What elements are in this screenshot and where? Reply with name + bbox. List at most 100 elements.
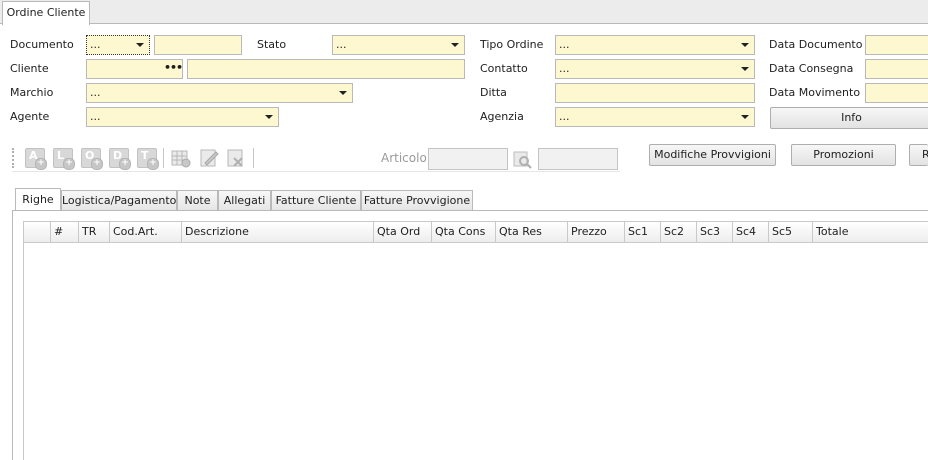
add-o-row-icon[interactable]: O + [81, 148, 103, 170]
ditta-label: Ditta [480, 86, 507, 99]
cliente-code-field[interactable]: ••• [86, 59, 183, 79]
add-a-row-icon[interactable]: A + [25, 148, 47, 170]
modifiche-provvigioni-label: Modifiche Provvigioni [654, 148, 771, 161]
agente-select[interactable]: ... [86, 107, 279, 127]
contatto-label: Contatto [480, 62, 528, 75]
articolo-description-field[interactable] [538, 148, 618, 170]
info-button[interactable]: Info [770, 107, 928, 129]
marchio-value: ... [90, 86, 101, 99]
modifiche-provvigioni-button[interactable]: Modifiche Provvigioni [649, 144, 776, 166]
articolo-field[interactable] [428, 148, 508, 170]
data-movimento-field[interactable] [865, 83, 928, 103]
chevron-down-icon [265, 115, 273, 119]
articolo-search-icon[interactable] [512, 149, 532, 169]
tab-logistica-pagamento-label: Logistica/Pagamento [62, 194, 177, 207]
tab-allegati[interactable]: Allegati [218, 190, 271, 211]
agenzia-value: ... [559, 110, 570, 123]
toolbar-separator [253, 148, 254, 168]
agenzia-select[interactable]: ... [555, 107, 755, 127]
data-movimento-label: Data Movimento [769, 86, 861, 99]
plus-icon: + [35, 158, 47, 170]
tab-righe[interactable]: Righe [15, 188, 61, 211]
tab-fatture-provvigione-label: Fatture Provvigione [363, 194, 471, 207]
window-tab-strip [0, 0, 928, 24]
documento-number-field[interactable] [154, 35, 242, 55]
tab-logistica-pagamento[interactable]: Logistica/Pagamento [61, 190, 177, 211]
grid-header-sc3[interactable]: Sc3 [697, 222, 733, 242]
data-consegna-label: Data Consegna [769, 62, 854, 75]
chevron-down-icon [741, 67, 749, 71]
cliente-name-field[interactable] [187, 59, 465, 79]
tab-fatture-cliente-label: Fatture Cliente [275, 194, 357, 207]
grid-header-totale[interactable]: Totale [813, 222, 928, 242]
promozioni-label: Promozioni [813, 148, 874, 161]
grid-header: # TR Cod.Art. Descrizione Qta Ord Qta Co… [24, 222, 928, 243]
documento-type-value: ... [90, 38, 101, 51]
tab-righe-label: Righe [22, 193, 54, 206]
add-t-row-icon[interactable]: T + [137, 148, 159, 170]
grid-header-sc1[interactable]: Sc1 [625, 222, 661, 242]
grid-header-indicator[interactable] [24, 222, 51, 242]
agente-label: Agente [10, 110, 50, 123]
stato-label: Stato [257, 38, 287, 51]
contatto-value: ... [559, 62, 570, 75]
grid-header-cod-art[interactable]: Cod.Art. [110, 222, 182, 242]
r-button-label: R [922, 148, 928, 161]
chevron-down-icon [741, 43, 749, 47]
grid-header-sc4[interactable]: Sc4 [733, 222, 769, 242]
tab-note-label: Note [184, 194, 211, 207]
data-documento-label: Data Documento [769, 38, 863, 51]
grid-header-num[interactable]: # [51, 222, 79, 242]
chevron-down-icon [451, 43, 459, 47]
tab-allegati-label: Allegati [223, 194, 266, 207]
articolo-label: Articolo [381, 151, 427, 165]
plus-icon: + [147, 158, 159, 170]
documento-type-select[interactable]: ... [86, 35, 150, 55]
grid-header-sc5[interactable]: Sc5 [769, 222, 813, 242]
grid-header-prezzo[interactable]: Prezzo [568, 222, 625, 242]
grid-header-qta-cons[interactable]: Qta Cons [432, 222, 496, 242]
window-tab-ordine-cliente[interactable]: Ordine Cliente [2, 1, 90, 25]
tipo-ordine-select[interactable]: ... [555, 35, 755, 55]
grid-header-qta-res[interactable]: Qta Res [496, 222, 568, 242]
promozioni-button[interactable]: Promozioni [791, 144, 896, 166]
edit-row-icon[interactable] [199, 148, 219, 168]
toolbar-grip [12, 148, 14, 168]
agente-value: ... [90, 110, 101, 123]
grid-header-tr[interactable]: TR [79, 222, 110, 242]
tab-note[interactable]: Note [177, 190, 218, 211]
window-tab-label: Ordine Cliente [6, 6, 86, 19]
tab-fatture-provvigione[interactable]: Fatture Provvigione [361, 190, 473, 211]
add-l-row-icon[interactable]: L + [53, 148, 75, 170]
documento-label: Documento [10, 38, 74, 51]
toolbar-separator [163, 148, 164, 168]
grid-header-qta-ord[interactable]: Qta Ord [374, 222, 432, 242]
data-consegna-field[interactable] [865, 59, 928, 79]
marchio-label: Marchio [10, 86, 54, 99]
add-d-row-icon[interactable]: D + [109, 148, 131, 170]
agenzia-label: Agenzia [480, 110, 524, 123]
stato-select[interactable]: ... [332, 35, 465, 55]
chevron-down-icon [741, 115, 749, 119]
browse-dots-icon[interactable]: ••• [164, 60, 182, 78]
toolbar-bottom-line [12, 171, 620, 172]
r-button[interactable]: R [909, 144, 928, 166]
grid-header-sc2[interactable]: Sc2 [661, 222, 697, 242]
plus-icon: + [63, 158, 75, 170]
ditta-field[interactable] [555, 83, 755, 103]
grid-settings-icon[interactable] [171, 148, 191, 168]
tab-fatture-cliente[interactable]: Fatture Cliente [271, 190, 361, 211]
stato-value: ... [336, 38, 347, 51]
data-documento-field[interactable] [865, 35, 928, 55]
chevron-down-icon [339, 91, 347, 95]
tipo-ordine-label: Tipo Ordine [480, 38, 544, 51]
marchio-select[interactable]: ... [86, 83, 353, 103]
grid-header-descrizione[interactable]: Descrizione [182, 222, 374, 242]
cliente-label: Cliente [10, 62, 49, 75]
righe-grid[interactable]: # TR Cod.Art. Descrizione Qta Ord Qta Co… [23, 221, 928, 460]
contatto-select[interactable]: ... [555, 59, 755, 79]
info-button-label: Info [841, 111, 862, 124]
plus-icon: + [119, 158, 131, 170]
chevron-down-icon [136, 43, 144, 47]
delete-row-icon[interactable] [226, 148, 246, 168]
